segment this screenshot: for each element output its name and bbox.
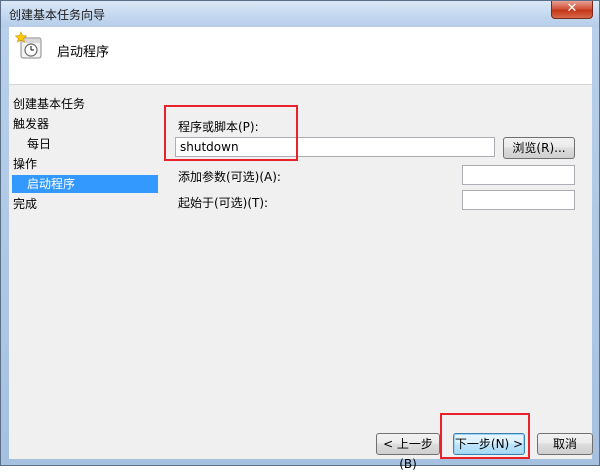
arguments-input[interactable] bbox=[462, 165, 575, 185]
clock-icon bbox=[15, 31, 42, 59]
step-label: 启动程序 bbox=[27, 177, 76, 191]
wizard-window: 创建基本任务向导 ✕ 启动程序 创建基本任务 触发器 每日 操作 启动程序 完成 bbox=[0, 0, 600, 471]
step-finish[interactable]: 完成 bbox=[9, 195, 159, 213]
close-icon: ✕ bbox=[566, 1, 578, 16]
step-create-basic-task[interactable]: 创建基本任务 bbox=[9, 95, 159, 113]
step-label: 创建基本任务 bbox=[13, 97, 86, 111]
step-action[interactable]: 操作 bbox=[9, 155, 159, 173]
steps-panel: 创建基本任务 触发器 每日 操作 启动程序 完成 bbox=[9, 85, 159, 459]
step-daily[interactable]: 每日 bbox=[9, 135, 159, 153]
start-in-label: 起始于(可选)(T): bbox=[178, 196, 269, 210]
highlight-next-box bbox=[440, 413, 530, 459]
step-label: 操作 bbox=[13, 157, 38, 171]
step-label: 完成 bbox=[13, 197, 38, 211]
window-title: 创建基本任务向导 bbox=[9, 8, 106, 22]
cancel-button[interactable]: 取消 bbox=[537, 433, 593, 455]
close-button[interactable]: ✕ bbox=[551, 1, 593, 19]
start-in-input[interactable] bbox=[462, 190, 575, 210]
arguments-label: 添加参数(可选)(A): bbox=[178, 170, 281, 184]
page-title: 启动程序 bbox=[57, 45, 110, 60]
step-label: 触发器 bbox=[13, 117, 50, 131]
step-trigger[interactable]: 触发器 bbox=[9, 115, 159, 133]
back-button[interactable]: < 上一步(B) bbox=[376, 433, 440, 471]
wizard-client: 启动程序 创建基本任务 触发器 每日 操作 启动程序 完成 程序或脚本(P): … bbox=[9, 27, 593, 471]
wizard-header: 启动程序 bbox=[9, 27, 592, 85]
step-start-program[interactable]: 启动程序 bbox=[12, 175, 158, 193]
step-label: 每日 bbox=[27, 137, 52, 151]
highlight-program-box bbox=[164, 105, 298, 161]
browse-button[interactable]: 浏览(R)... bbox=[503, 137, 575, 159]
title-bar[interactable]: 创建基本任务向导 ✕ bbox=[1, 1, 599, 27]
